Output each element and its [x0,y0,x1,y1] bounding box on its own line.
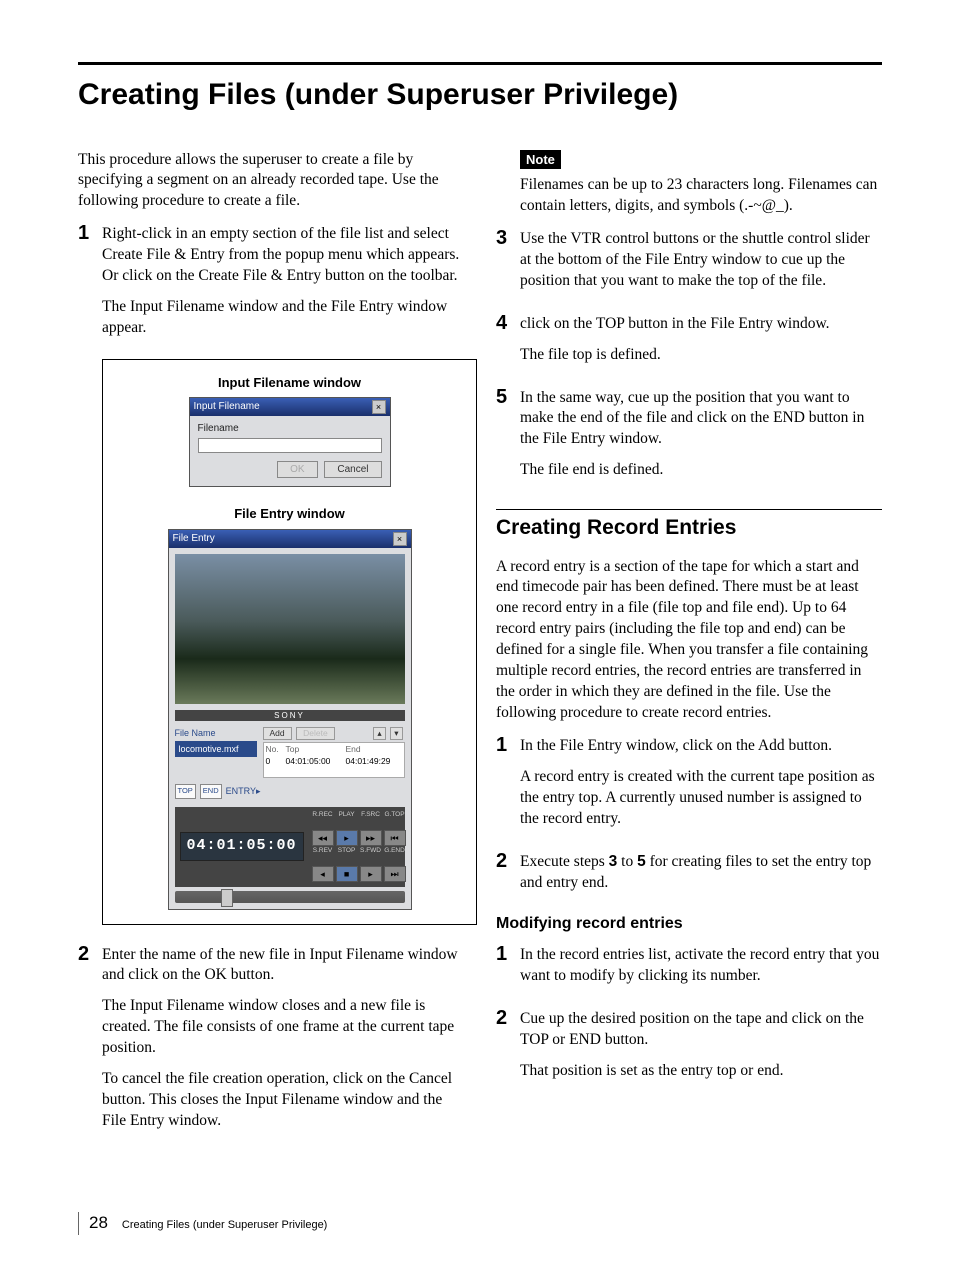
goto-end-button[interactable]: ⏭ [384,866,406,882]
file-name-label: File Name [175,727,257,739]
step-text: Use the VTR control buttons or the shutt… [520,229,882,292]
sec2-step-2: 2 Execute steps 3 to 5 for creating file… [496,850,882,904]
sec2-step-1: 1 In the File Entry window, click on the… [496,734,882,840]
step-text: The file end is defined. [520,460,882,481]
step-text: Execute steps 3 to 5 for creating files … [520,852,882,894]
section-heading: Creating Record Entries [496,514,882,542]
note-badge: Note [520,150,561,170]
filename-label: Filename [198,422,382,436]
play-button[interactable]: ▸ [336,830,358,846]
figure-box: Input Filename window Input Filename × F… [102,359,477,925]
figure-caption: Input Filename window [103,374,476,392]
add-button[interactable]: Add [263,727,292,740]
ctrl-label: S.REV [312,848,334,864]
stop-button[interactable]: ■ [336,866,358,882]
page-number: 28 [89,1212,108,1235]
dialog-title: Input Filename [194,400,260,414]
step-rev-button[interactable]: ◂ [312,866,334,882]
entry-label: ENTRY▸ [226,785,261,797]
ok-button[interactable]: OK [277,461,317,479]
ctrl-label: F.SRC [360,812,382,828]
intro-text: This procedure allows the superuser to c… [78,150,464,213]
mod-step-1: 1 In the record entries list, activate t… [496,943,882,997]
step-text: click on the TOP button in the File Entr… [520,314,882,335]
step-text: In the File Entry window, click on the A… [520,736,882,757]
step-text: Enter the name of the new file in Input … [102,945,464,987]
cell-top: 04:01:05:00 [286,756,346,767]
step-4: 4 click on the TOP button in the File En… [496,312,882,376]
top-button[interactable]: TOP [175,784,196,798]
col-top: Top [286,744,346,755]
transport-controls: 04:01:05:00 R.REC PLAY F.SRC G.TOP ◂◂ ▸ … [175,807,405,887]
goto-top-button[interactable]: ⏮ [384,830,406,846]
right-column: Note Filenames can be up to 23 character… [496,150,882,1152]
step-text: The Input Filename window closes and a n… [102,996,464,1059]
ffwd-button[interactable]: ▸▸ [360,830,382,846]
cell-end: 04:01:49:29 [346,756,391,767]
cancel-button[interactable]: Cancel [324,461,381,479]
step-number: 2 [496,850,520,904]
sony-bar: SONY [175,710,405,721]
cell-no: 0 [266,756,286,767]
step-number: 4 [496,312,520,376]
step-number: 1 [496,943,520,997]
step-text: In the same way, cue up the position tha… [520,388,882,451]
section-intro: A record entry is a section of the tape … [496,557,882,724]
step-number: 3 [496,227,520,302]
step-text: Cue up the desired position on the tape … [520,1009,882,1051]
rewind-button[interactable]: ◂◂ [312,830,334,846]
footer-title: Creating Files (under Superuser Privileg… [122,1218,327,1233]
ctrl-label: STOP [336,848,358,864]
step-number: 1 [496,734,520,840]
ctrl-label: R.REC [312,812,334,828]
left-column: This procedure allows the superuser to c… [78,150,464,1152]
up-button[interactable]: ▴ [373,727,385,740]
step-2: 2 Enter the name of the new file in Inpu… [78,943,464,1142]
col-no: No. [266,744,286,755]
timecode-display: 04:01:05:00 [180,832,304,860]
file-name-value: locomotive.mxf [175,741,257,757]
delete-button[interactable]: Delete [296,727,335,740]
file-entry-window: File Entry × SONY File Name locomotive.m… [168,529,412,910]
top-rule [78,62,882,65]
end-button[interactable]: END [200,784,222,798]
col-end: End [346,744,361,755]
page-title: Creating Files (under Superuser Privileg… [78,75,882,116]
input-filename-window: Input Filename × Filename OK Cancel [189,397,391,487]
ctrl-label: G.TOP [384,812,406,828]
step-number: 2 [496,1007,520,1092]
ctrl-label: PLAY [336,812,358,828]
ctrl-label: S.FWD [360,848,382,864]
step-text: Right-click in an empty section of the f… [102,224,464,287]
dialog-title: File Entry [173,532,215,546]
shuttle-slider[interactable] [175,891,405,903]
step-fwd-button[interactable]: ▸ [360,866,382,882]
down-button[interactable]: ▾ [390,727,402,740]
step-text: The file top is defined. [520,345,882,366]
step-text: In the record entries list, activate the… [520,945,882,987]
step-number: 1 [78,222,102,349]
table-row[interactable]: 0 04:01:05:00 04:01:49:29 [266,756,402,767]
video-preview [175,554,405,704]
ctrl-label: G.END [384,848,406,864]
step-5: 5 In the same way, cue up the position t… [496,386,882,492]
page-footer: 28 Creating Files (under Superuser Privi… [78,1212,882,1235]
step-number: 2 [78,943,102,1142]
subsection-heading: Modifying record entries [496,913,882,935]
step-text: To cancel the file creation operation, c… [102,1069,464,1132]
step-text: That position is set as the entry top or… [520,1061,882,1082]
entries-table: No. Top End 0 04:01:05:00 04:01:49:29 [263,742,405,778]
close-icon[interactable]: × [372,400,386,414]
note-text: Filenames can be up to 23 characters lon… [520,175,882,217]
figure-caption: File Entry window [103,505,476,523]
step-number: 5 [496,386,520,492]
step-1: 1 Right-click in an empty section of the… [78,222,464,349]
step-3: 3 Use the VTR control buttons or the shu… [496,227,882,302]
section-rule [496,509,882,510]
step-text: The Input Filename window and the File E… [102,297,464,339]
close-icon[interactable]: × [393,532,407,546]
mod-step-2: 2 Cue up the desired position on the tap… [496,1007,882,1092]
step-text: A record entry is created with the curre… [520,767,882,830]
filename-input[interactable] [198,438,382,453]
